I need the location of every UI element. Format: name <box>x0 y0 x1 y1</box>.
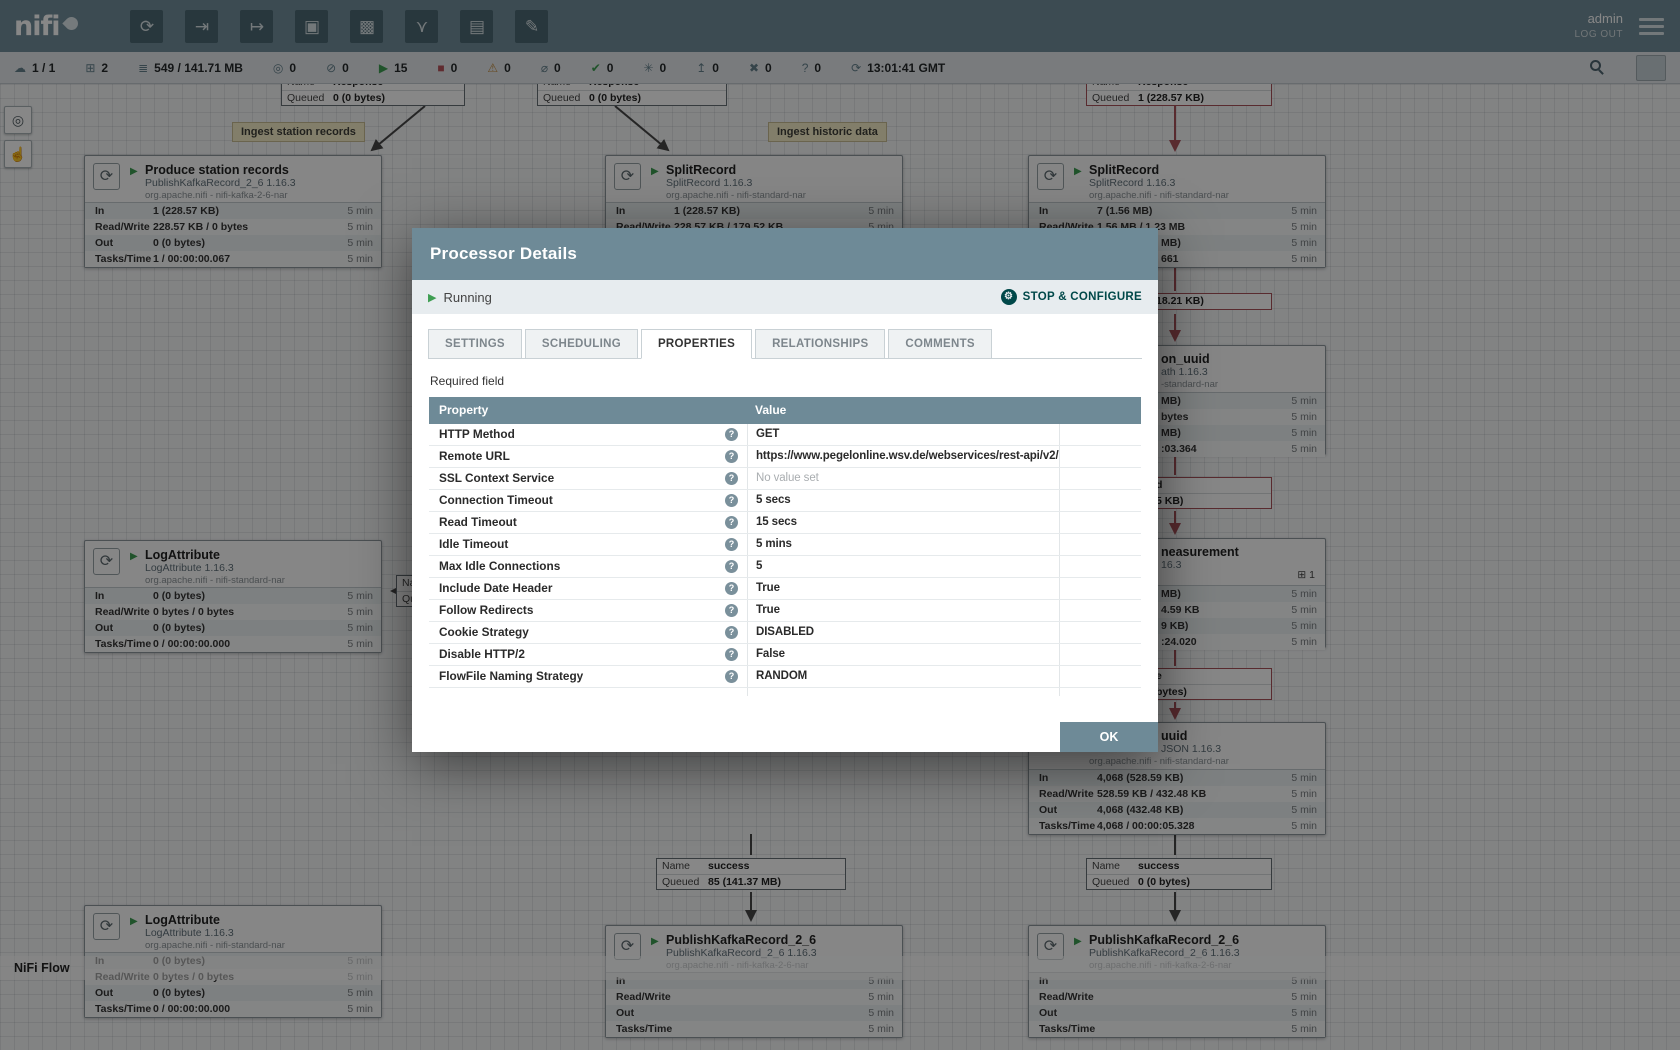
property-name: SSL Context Service? <box>429 468 747 489</box>
property-row: HTTP Method? GET <box>429 424 1141 446</box>
help-icon[interactable]: ? <box>725 604 738 617</box>
ok-button[interactable]: OK <box>1060 722 1158 752</box>
help-icon[interactable]: ? <box>725 670 738 683</box>
dialog-status-bar: ▶ Running ⚙ STOP & CONFIGURE <box>412 280 1158 314</box>
help-icon[interactable]: ? <box>725 472 738 485</box>
properties-table-header: Property Value <box>429 397 1141 424</box>
property-row: Follow Redirects? True <box>429 600 1141 622</box>
nifi-app: ⟳ ▶ Produce station records PublishKafka… <box>0 0 1680 1050</box>
property-value: https://www.pegelonline.wsv.de/webservic… <box>747 446 1059 467</box>
help-icon[interactable]: ? <box>725 428 738 441</box>
required-field-note: Required field <box>430 374 1140 388</box>
run-state-label: Running <box>443 290 491 305</box>
run-state: ▶ Running <box>428 290 492 305</box>
property-row: Cookie Strategy? DISABLED <box>429 622 1141 644</box>
help-icon[interactable]: ? <box>725 560 738 573</box>
property-value: 5 mins <box>747 534 1059 555</box>
property-row: Remote URL? https://www.pegelonline.wsv.… <box>429 446 1141 468</box>
help-icon[interactable]: ? <box>725 538 738 551</box>
dialog-header: Processor Details <box>412 228 1158 280</box>
property-value: 15 secs <box>747 512 1059 533</box>
property-name: Remote URL? <box>429 446 747 467</box>
property-row: Disable HTTP/2? False <box>429 644 1141 666</box>
tab-settings[interactable]: SETTINGS <box>428 329 522 359</box>
property-value: 5 <box>747 556 1059 577</box>
help-icon[interactable]: ? <box>725 494 738 507</box>
tab-relationships[interactable]: RELATIONSHIPS <box>755 329 885 359</box>
stop-and-configure-button[interactable]: ⚙ STOP & CONFIGURE <box>1001 289 1142 305</box>
running-icon: ▶ <box>428 291 436 304</box>
property-value: DISABLED <box>747 622 1059 643</box>
property-name: HTTP Method? <box>429 424 747 445</box>
property-value: GET <box>747 424 1059 445</box>
property-row-clipped <box>429 688 1141 696</box>
property-name: Idle Timeout? <box>429 534 747 555</box>
tab-scheduling[interactable]: SCHEDULING <box>525 329 638 359</box>
property-row: Idle Timeout? 5 mins <box>429 534 1141 556</box>
property-value: True <box>747 578 1059 599</box>
value-column-header: Value <box>747 397 786 424</box>
property-name: Cookie Strategy? <box>429 622 747 643</box>
property-value: False <box>747 644 1059 665</box>
property-value: True <box>747 600 1059 621</box>
help-icon[interactable]: ? <box>725 626 738 639</box>
property-row: Max Idle Connections? 5 <box>429 556 1141 578</box>
help-icon[interactable]: ? <box>725 516 738 529</box>
property-row: SSL Context Service? No value set <box>429 468 1141 490</box>
help-icon[interactable]: ? <box>725 582 738 595</box>
property-value: 5 secs <box>747 490 1059 511</box>
properties-table: Property Value HTTP Method? GET Remote U… <box>429 397 1141 696</box>
help-icon[interactable]: ? <box>725 450 738 463</box>
property-name: Connection Timeout? <box>429 490 747 511</box>
property-name: Include Date Header? <box>429 578 747 599</box>
property-name: Disable HTTP/2? <box>429 644 747 665</box>
dialog-tabs: SETTINGS SCHEDULING PROPERTIES RELATIONS… <box>428 328 1142 359</box>
property-row: Read Timeout? 15 secs <box>429 512 1141 534</box>
properties-rows: HTTP Method? GET Remote URL? https://www… <box>429 424 1141 696</box>
tab-properties[interactable]: PROPERTIES <box>641 329 752 359</box>
property-name: Read Timeout? <box>429 512 747 533</box>
property-column-header: Property <box>429 397 747 424</box>
property-name: Max Idle Connections? <box>429 556 747 577</box>
property-row: FlowFile Naming Strategy? RANDOM <box>429 666 1141 688</box>
processor-details-dialog: Processor Details ▶ Running ⚙ STOP & CON… <box>412 228 1158 752</box>
help-icon[interactable]: ? <box>725 648 738 661</box>
property-row: Connection Timeout? 5 secs <box>429 490 1141 512</box>
property-name: Follow Redirects? <box>429 600 747 621</box>
property-row: Include Date Header? True <box>429 578 1141 600</box>
dialog-title: Processor Details <box>430 244 577 264</box>
property-value: No value set <box>747 468 1059 489</box>
property-name: FlowFile Naming Strategy? <box>429 666 747 687</box>
tab-comments[interactable]: COMMENTS <box>888 329 991 359</box>
stop-configure-icon: ⚙ <box>1001 289 1017 305</box>
property-value: RANDOM <box>747 666 1059 687</box>
